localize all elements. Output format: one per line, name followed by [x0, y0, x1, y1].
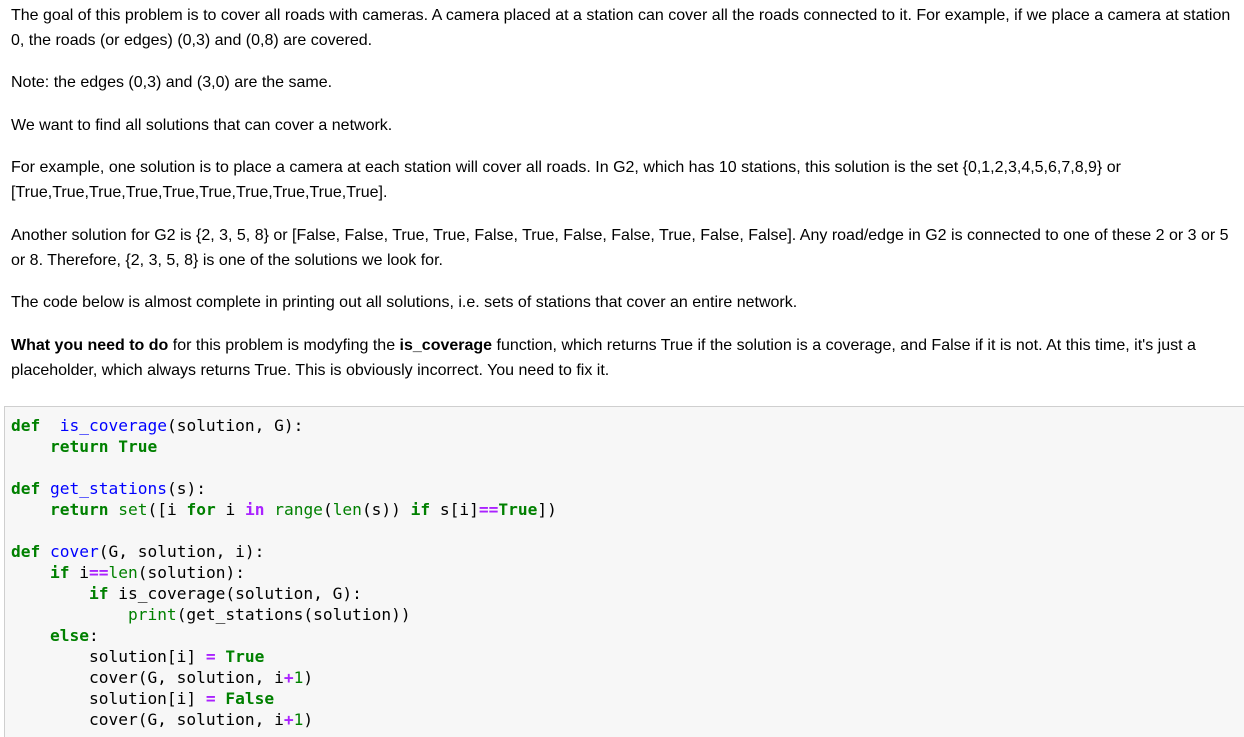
code-token: print — [127, 605, 177, 624]
code-token: s[i] — [430, 500, 479, 519]
paragraph-task: What you need to do for this problem is … — [11, 333, 1241, 383]
code-token: len — [108, 563, 138, 582]
code-token: (solution, G): — [166, 416, 304, 435]
code-token: i — [69, 563, 89, 582]
code-token: (get_stations(solution)) — [176, 605, 411, 624]
code-token: get_stations — [50, 479, 167, 498]
code-cell[interactable]: def is_coverage(solution, G): return Tru… — [4, 406, 1244, 737]
code-token: len — [332, 500, 362, 519]
code-line: def is_coverage(solution, G): — [11, 415, 557, 436]
code-token: = — [205, 689, 216, 708]
function-name-emphasis: is_coverage — [399, 337, 493, 354]
paragraph-example-another: Another solution for G2 is {2, 3, 5, 8} … — [11, 227, 1229, 269]
code-line: solution[i] = False — [11, 688, 557, 709]
code-token: False — [225, 689, 275, 708]
code-token: return — [49, 437, 109, 456]
code-token: 1 — [293, 710, 304, 729]
code-token: def — [11, 416, 41, 435]
code-line: cover(G, solution, i+1) — [11, 667, 557, 688]
code-token: if — [88, 584, 109, 603]
code-line: if is_coverage(solution, G): — [11, 583, 557, 604]
code-token: cover — [50, 542, 99, 561]
code-token: i — [215, 500, 245, 519]
code-token: True — [118, 437, 158, 456]
task-text-1: for this problem is modyfing the — [168, 337, 400, 354]
code-token: == — [88, 563, 109, 582]
code-token: solution[i] — [11, 689, 206, 708]
code-token: (s)) — [361, 500, 411, 519]
paragraph-note: Note: the edges (0,3) and (3,0) are the … — [11, 74, 333, 91]
code-token: return — [49, 500, 109, 519]
code-token: def — [11, 479, 41, 498]
code-token: ) — [303, 668, 314, 687]
code-token: def — [11, 542, 41, 561]
code-token: (G, solution, i): — [98, 542, 265, 561]
code-line: cover(G, solution, i+1) — [11, 709, 557, 730]
code-token: + — [283, 710, 294, 729]
code-token: True — [225, 647, 265, 666]
task-emphasis: What you need to do — [11, 337, 169, 354]
code-line: else: — [11, 625, 557, 646]
code-line: return True — [11, 436, 557, 457]
code-block[interactable]: def is_coverage(solution, G): return Tru… — [11, 415, 557, 730]
code-token: if — [49, 563, 70, 582]
code-token: cover(G, solution, i — [11, 668, 284, 687]
code-line: solution[i] = True — [11, 646, 557, 667]
code-line: def get_stations(s): — [11, 478, 557, 499]
code-token: solution[i] — [11, 647, 206, 666]
code-token: is_coverage — [59, 416, 167, 435]
code-line: return set([i for i in range(len(s)) if … — [11, 499, 557, 520]
code-line: def cover(G, solution, i): — [11, 541, 557, 562]
code-token: + — [283, 668, 294, 687]
code-token: ( — [322, 500, 333, 519]
code-token: ([i — [147, 500, 187, 519]
code-token: else — [49, 626, 89, 645]
code-token: in — [244, 500, 265, 519]
code-token: set — [118, 500, 148, 519]
code-line: print(get_stations(solution)) — [11, 604, 557, 625]
paragraph-intro: The goal of this problem is to cover all… — [11, 7, 1231, 49]
code-token: : — [88, 626, 99, 645]
code-token: 1 — [293, 668, 304, 687]
paragraph-goal: We want to find all solutions that can c… — [11, 117, 393, 134]
code-token: == — [478, 500, 499, 519]
code-token: for — [186, 500, 216, 519]
paragraph-example-all: For example, one solution is to place a … — [11, 159, 1121, 201]
paragraph-code-intro: The code below is almost complete in pri… — [11, 294, 798, 311]
code-token: ) — [303, 710, 314, 729]
code-token: (solution): — [137, 563, 245, 582]
code-token: True — [498, 500, 538, 519]
code-token: if — [410, 500, 431, 519]
code-token: range — [274, 500, 323, 519]
code-token: cover(G, solution, i — [11, 710, 284, 729]
code-token: = — [205, 647, 216, 666]
code-line: if i==len(solution): — [11, 562, 557, 583]
code-token: ]) — [537, 500, 557, 519]
code-token: (s): — [166, 479, 206, 498]
code-token: is_coverage(solution, G): — [108, 584, 362, 603]
